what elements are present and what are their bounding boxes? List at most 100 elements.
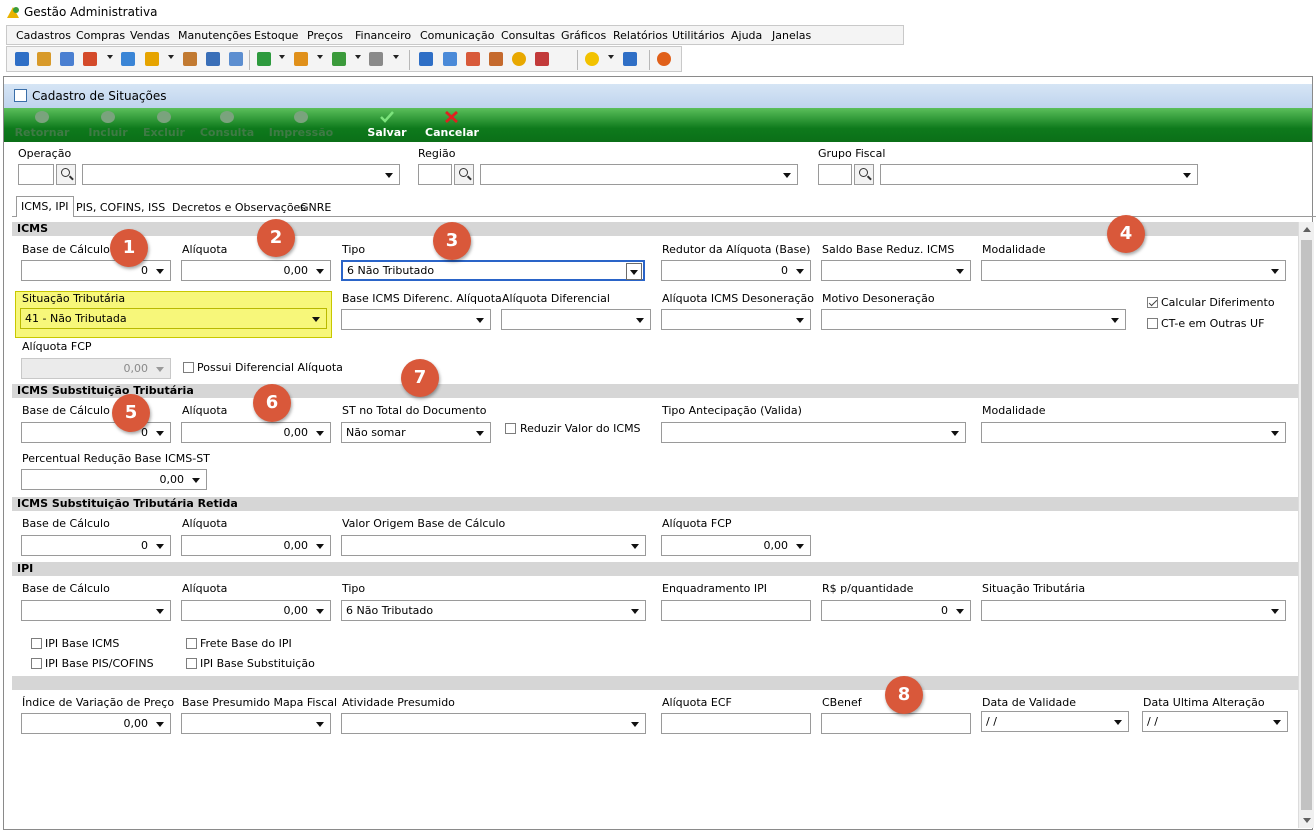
card-icon[interactable] (60, 52, 74, 66)
operacao-search-button[interactable] (56, 164, 76, 185)
dropdown-icon[interactable] (317, 55, 323, 59)
folder-icon[interactable] (145, 52, 159, 66)
retornar-button[interactable]: Retornar (14, 108, 70, 142)
clock-icon[interactable] (512, 52, 526, 66)
tab-pis-cofins-iss[interactable]: PIS, COFINS, ISS (72, 198, 169, 216)
search-report-icon[interactable] (535, 52, 549, 66)
users-icon[interactable] (37, 52, 51, 66)
person-icon[interactable] (183, 52, 197, 66)
menu-estoque[interactable]: Estoque (254, 29, 298, 42)
atividade-presumido-select[interactable] (341, 713, 646, 734)
retida-aliquota-select[interactable]: 0,00 (181, 535, 331, 556)
power-icon[interactable] (657, 52, 671, 66)
grupo-fiscal-search-button[interactable] (854, 164, 874, 185)
ipi-base-pis-checkbox[interactable] (31, 658, 42, 669)
operacao-code-input[interactable] (18, 164, 54, 185)
dropdown-icon[interactable] (608, 55, 614, 59)
calendar-icon[interactable] (466, 52, 480, 66)
icms-aliquota-select[interactable]: 0,00 (181, 260, 331, 281)
consulta-button[interactable]: Consulta (196, 108, 258, 142)
dropdown-icon[interactable] (393, 55, 399, 59)
icms-tipo-select[interactable]: 6 Não Tributado (341, 260, 645, 281)
grupo-fiscal-code-input[interactable] (818, 164, 852, 185)
ipi-base-icms-checkbox[interactable] (31, 638, 42, 649)
info-icon[interactable] (623, 52, 637, 66)
icms-base-difer-select[interactable] (341, 309, 491, 330)
regiao-select[interactable] (480, 164, 798, 185)
icms-redutor-select[interactable]: 0 (661, 260, 811, 281)
printer-icon[interactable] (369, 52, 383, 66)
retida-aliq-fcp-select[interactable]: 0,00 (661, 535, 811, 556)
grid-icon[interactable] (419, 52, 433, 66)
st-perc-reducao-select[interactable]: 0,00 (21, 469, 207, 490)
incluir-button[interactable]: Incluir (80, 108, 136, 142)
scroll-down-icon[interactable] (1303, 818, 1311, 823)
st-total-doc-select[interactable]: Não somar (341, 422, 491, 443)
icms-aliq-fcp-select[interactable]: 0,00 (21, 358, 171, 379)
menu-vendas[interactable]: Vendas (130, 29, 170, 42)
ipi-enquadramento-input[interactable] (661, 600, 811, 621)
money-icon[interactable] (332, 52, 346, 66)
cart-icon[interactable] (257, 52, 271, 66)
ipi-situacao-select[interactable] (981, 600, 1286, 621)
retida-valor-origem-select[interactable] (341, 535, 646, 556)
st-tipo-antecipacao-select[interactable] (661, 422, 966, 443)
retida-base-calculo-select[interactable]: 0 (21, 535, 171, 556)
menu-comunicacao[interactable]: Comunicação (420, 29, 494, 42)
tab-icms-ipi[interactable]: ICMS, IPI (16, 196, 74, 217)
list-icon[interactable] (83, 52, 97, 66)
menu-consultas[interactable]: Consultas (501, 29, 555, 42)
st-modalidade-select[interactable] (981, 422, 1286, 443)
report-icon[interactable] (489, 52, 503, 66)
ipi-base-subst-checkbox[interactable] (186, 658, 197, 669)
base-presumido-select[interactable] (181, 713, 331, 734)
ipi-tipo-select[interactable]: 6 Não Tributado (341, 600, 646, 621)
icms-base-calculo-select[interactable]: 0 (21, 260, 171, 281)
icms-situacao-select[interactable]: 41 - Não Tributada (20, 308, 327, 329)
st-base-calculo-select[interactable]: 0 (21, 422, 171, 443)
dropdown-icon[interactable] (355, 55, 361, 59)
tab-decretos-observacoes[interactable]: Decretos e Observações (168, 198, 310, 216)
icms-saldo-base-select[interactable] (821, 260, 971, 281)
icms-aliq-desoneracao-select[interactable] (661, 309, 811, 330)
excluir-button[interactable]: Excluir (136, 108, 192, 142)
menu-manutencoes[interactable]: Manutenções (178, 29, 252, 42)
scroll-up-icon[interactable] (1303, 227, 1311, 232)
scroll-thumb[interactable] (1301, 240, 1312, 810)
possui-diferencial-checkbox[interactable] (183, 362, 194, 373)
cancelar-button[interactable]: Cancelar (424, 108, 480, 142)
dropdown-icon[interactable] (279, 55, 285, 59)
aliq-ecf-input[interactable] (661, 713, 811, 734)
indice-variacao-select[interactable]: 0,00 (21, 713, 171, 734)
calculator-icon[interactable] (443, 52, 457, 66)
reduzir-valor-icms-checkbox[interactable] (505, 423, 516, 434)
operacao-select[interactable] (82, 164, 400, 185)
cbenef-input[interactable] (821, 713, 971, 734)
tab-gnre[interactable]: GNRE (296, 198, 335, 216)
dropdown-icon[interactable] (168, 55, 174, 59)
bank-icon[interactable] (206, 52, 220, 66)
menu-financeiro[interactable]: Financeiro (355, 29, 411, 42)
grupo-fiscal-select[interactable] (880, 164, 1198, 185)
cte-outras-uf-checkbox[interactable] (1147, 318, 1158, 329)
icms-motivo-desoneracao-select[interactable] (821, 309, 1126, 330)
ipi-aliquota-select[interactable]: 0,00 (181, 600, 331, 621)
menu-relatorios[interactable]: Relatórios (613, 29, 668, 42)
data-alteracao-picker[interactable]: / / (1142, 711, 1288, 732)
salvar-button[interactable]: Salvar (362, 108, 412, 142)
menu-ajuda[interactable]: Ajuda (731, 29, 762, 42)
regiao-search-button[interactable] (454, 164, 474, 185)
regiao-code-input[interactable] (418, 164, 452, 185)
menu-utilitarios[interactable]: Utilitários (672, 29, 725, 42)
calcular-diferimento-checkbox[interactable] (1147, 297, 1158, 308)
st-aliquota-select[interactable]: 0,00 (181, 422, 331, 443)
ipi-base-calculo-select[interactable] (21, 600, 171, 621)
icms-aliq-difer-select[interactable] (501, 309, 651, 330)
menu-janelas[interactable]: Janelas (772, 29, 811, 42)
document-icon[interactable] (121, 52, 135, 66)
menu-compras[interactable]: Compras (76, 29, 125, 42)
customers-icon[interactable] (15, 52, 29, 66)
menu-precos[interactable]: Preços (307, 29, 343, 42)
dropdown-icon[interactable] (107, 55, 113, 59)
box-icon[interactable] (294, 52, 308, 66)
